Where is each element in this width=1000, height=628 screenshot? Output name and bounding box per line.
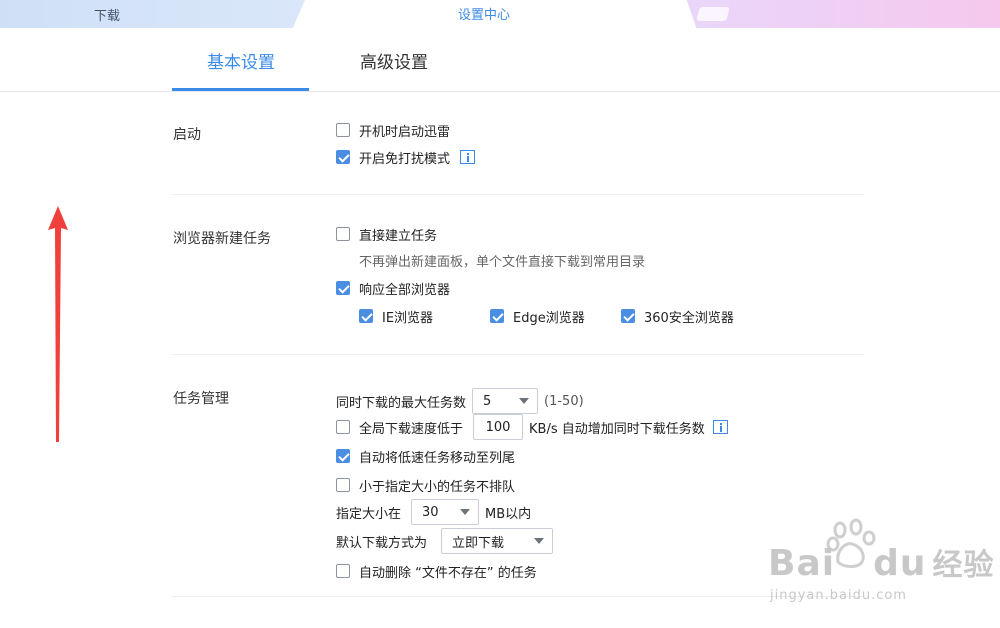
section-divider — [172, 596, 864, 597]
size-limit-value: 30 — [422, 504, 439, 520]
size-unit-label: MB以内 — [485, 506, 532, 522]
max-tasks-select[interactable]: 5 — [472, 388, 539, 414]
ie-browser-option[interactable]: IE浏览器 — [359, 306, 433, 326]
red-arrow-annotation — [48, 206, 68, 442]
size-limit-row: 指定大小在 30 MB以内 — [336, 499, 531, 525]
auto-delete-option[interactable]: 自动删除 “文件不存在” 的任务 — [336, 561, 537, 581]
no-disturb-label: 开启免打扰模式 — [359, 151, 451, 167]
no-disturb-checkbox[interactable] — [336, 150, 350, 164]
speed-low-option: 全局下载速度低于 100 KB/s 自动增加同时下载任务数 — [336, 414, 728, 440]
boot-start-label: 开机时启动迅雷 — [359, 124, 451, 140]
subtab-advanced-settings[interactable]: 高级设置 — [360, 48, 428, 73]
move-slow-option[interactable]: 自动将低速任务移动至列尾 — [336, 446, 515, 466]
section-title-startup: 启动 — [173, 127, 201, 143]
default-mode-value: 立即下载 — [452, 535, 505, 551]
direct-create-hint: 不再弹出新建面板，单个文件直接下载到常用目录 — [359, 255, 646, 270]
chevron-down-icon — [534, 538, 545, 544]
tab-download[interactable]: 下载 — [0, 0, 305, 28]
direct-create-checkbox[interactable] — [336, 227, 350, 241]
size-limit-select[interactable]: 30 — [411, 499, 480, 525]
move-slow-label: 自动将低速任务移动至列尾 — [359, 450, 516, 466]
360-browser-checkbox[interactable] — [621, 309, 635, 323]
settings-subtabs: 基本设置 高级设置 — [0, 28, 1000, 92]
speed-low-checkbox[interactable] — [336, 420, 350, 434]
section-title-task-management: 任务管理 — [173, 391, 229, 407]
direct-create-label: 直接建立任务 — [359, 228, 438, 244]
edge-browser-option[interactable]: Edge浏览器 — [490, 306, 585, 326]
speed-threshold-input[interactable]: 100 — [473, 414, 524, 440]
360-browser-label: 360安全浏览器 — [644, 310, 734, 326]
default-mode-row: 默认下载方式为 立即下载 — [336, 528, 559, 554]
chevron-down-icon — [519, 398, 530, 404]
watermark-brand-part1: Bai — [768, 543, 836, 584]
edge-browser-label: Edge浏览器 — [513, 310, 585, 326]
small-no-queue-checkbox[interactable] — [336, 478, 350, 492]
max-tasks-row: 同时下载的最大任务数 5 (1-50) — [336, 388, 584, 414]
boot-start-checkbox[interactable] — [336, 123, 350, 137]
respond-all-option[interactable]: 响应全部浏览器 — [336, 278, 450, 298]
boot-start-option[interactable]: 开机时启动迅雷 — [336, 120, 450, 140]
default-mode-select[interactable]: 立即下载 — [441, 528, 554, 554]
speed-low-label: 全局下载速度低于 — [359, 421, 464, 437]
info-icon[interactable] — [712, 420, 728, 434]
respond-all-checkbox[interactable] — [336, 281, 350, 295]
max-tasks-label: 同时下载的最大任务数 — [336, 395, 467, 411]
small-no-queue-label: 小于指定大小的任务不排队 — [359, 479, 516, 495]
no-disturb-option[interactable]: 开启免打扰模式 — [336, 147, 476, 167]
auto-delete-checkbox[interactable] — [336, 564, 350, 578]
360-browser-option[interactable]: 360安全浏览器 — [621, 306, 734, 326]
tab-settings-center[interactable]: 设置中心 — [305, 0, 680, 28]
max-tasks-value: 5 — [483, 393, 492, 409]
move-slow-checkbox[interactable] — [336, 449, 350, 463]
small-no-queue-option[interactable]: 小于指定大小的任务不排队 — [336, 475, 515, 495]
watermark-brand: Bai du 经验 — [768, 540, 994, 584]
tab-download-label: 下载 — [94, 9, 121, 24]
subtab-basic-settings[interactable]: 基本设置 — [207, 48, 275, 73]
edge-browser-checkbox[interactable] — [490, 309, 504, 323]
section-divider — [172, 194, 864, 195]
info-icon[interactable] — [460, 150, 476, 164]
max-tasks-range: (1-50) — [544, 393, 584, 409]
top-tab-bar: 下载 设置中心 — [0, 0, 1000, 28]
section-title-browser: 浏览器新建任务 — [173, 231, 271, 247]
active-tab-underline — [172, 88, 309, 91]
section-divider — [172, 354, 864, 355]
watermark-cn: 经验 — [932, 548, 995, 583]
watermark-brand-part2: du — [873, 543, 927, 584]
tab-extra-icon — [696, 7, 730, 21]
ie-browser-label: IE浏览器 — [382, 310, 434, 326]
watermark-url: jingyan.baidu.com — [770, 588, 907, 603]
tab-settings-label: 设置中心 — [458, 8, 511, 23]
chevron-down-icon — [460, 509, 471, 515]
speed-suffix-label: KB/s 自动增加同时下载任务数 — [529, 421, 705, 437]
size-limit-label: 指定大小在 — [336, 506, 402, 522]
respond-all-label: 响应全部浏览器 — [359, 282, 451, 298]
ie-browser-checkbox[interactable] — [359, 309, 373, 323]
auto-delete-label: 自动删除 “文件不存在” 的任务 — [359, 565, 537, 581]
direct-create-option[interactable]: 直接建立任务 — [336, 224, 437, 244]
default-mode-label: 默认下载方式为 — [336, 535, 428, 551]
